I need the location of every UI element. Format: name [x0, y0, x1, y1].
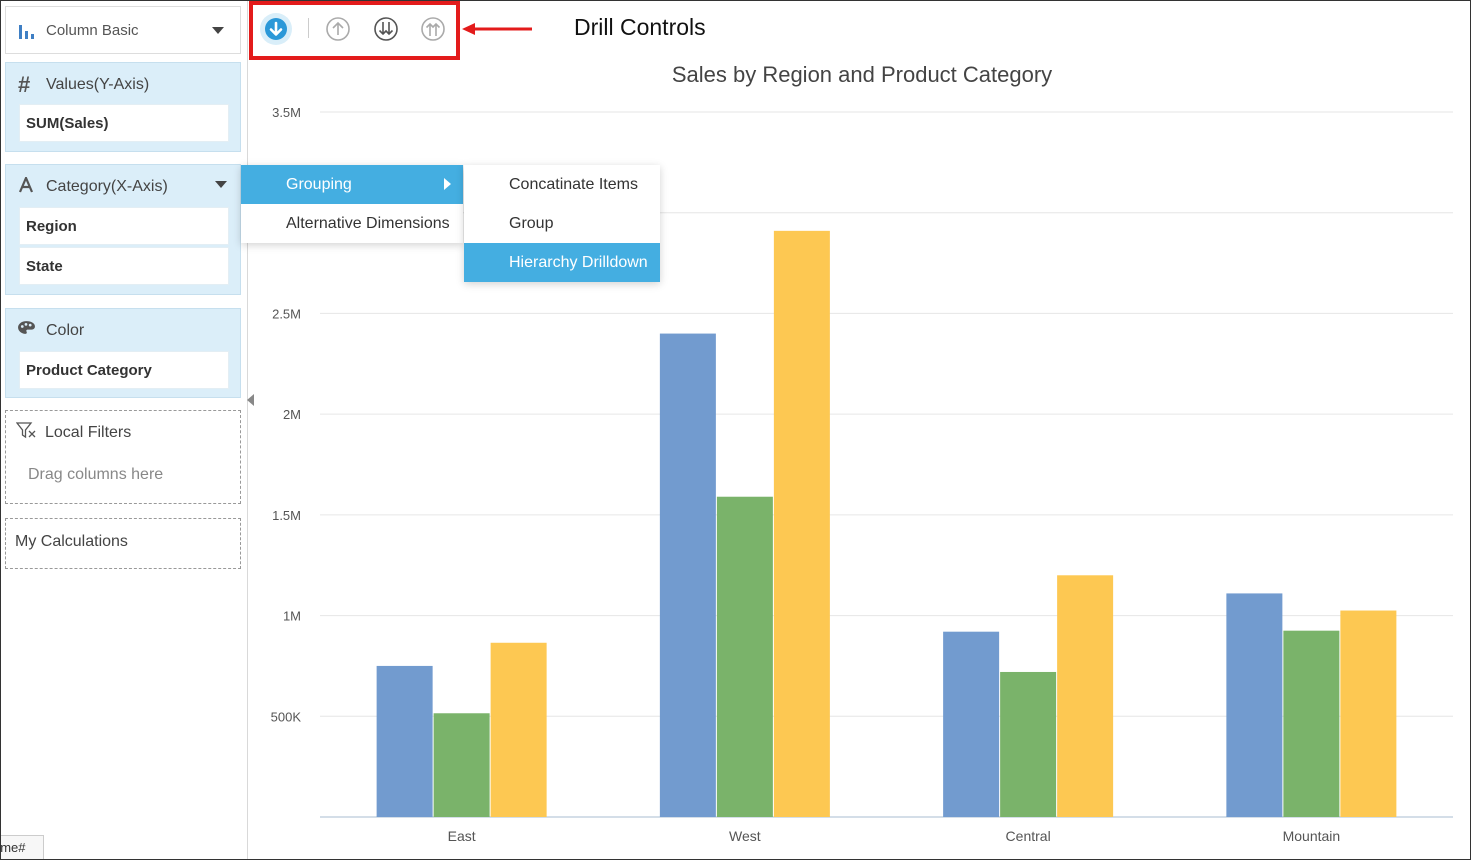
field-panel: Column Basic # Values(Y-Axis) SUM(Sales)…: [0, 0, 248, 860]
my-calculations-section[interactable]: My Calculations: [5, 518, 241, 569]
local-filters-title: Local Filters: [45, 424, 132, 441]
text-a-icon: [18, 177, 34, 193]
y-tick-label: 500K: [271, 709, 302, 724]
drill-controls: [249, 1, 460, 60]
bar-chart-icon: [19, 25, 34, 39]
drill-down-all-icon[interactable]: [370, 13, 402, 45]
bar-mountain-series-3[interactable]: [1340, 610, 1397, 817]
category-section-title: Category(X-Axis): [46, 178, 168, 195]
local-filters-placeholder: Drag columns here: [28, 466, 164, 483]
menu-item-grouping-label: Grouping: [286, 176, 352, 193]
category-field-pill-region[interactable]: Region: [19, 207, 229, 245]
drill-up-icon[interactable]: [322, 13, 354, 45]
local-filters-dropzone[interactable]: Local Filters Drag columns here: [5, 410, 241, 504]
y-tick-label: 1.5M: [272, 508, 301, 523]
x-tick-label: Central: [1006, 828, 1051, 844]
bar-mountain-series-2[interactable]: [1283, 630, 1340, 817]
submenu-item-hierarchy-drilldown[interactable]: Hierarchy Drilldown: [464, 243, 660, 282]
menu-item-alternative-dimensions-label: Alternative Dimensions: [286, 215, 450, 232]
context-menu: Grouping Alternative Dimensions: [241, 165, 463, 243]
status-url-tag: ome#: [0, 835, 44, 860]
x-tick-label: West: [729, 828, 761, 844]
menu-item-grouping[interactable]: Grouping: [241, 165, 463, 204]
color-field-pill[interactable]: Product Category: [19, 351, 229, 389]
chevron-down-icon[interactable]: [215, 181, 227, 188]
color-section-title: Color: [46, 322, 85, 339]
chevron-right-icon: [444, 178, 451, 190]
y-tick-label: 2M: [283, 407, 301, 422]
category-section: Category(X-Axis) Region State: [5, 164, 241, 295]
values-field-pill[interactable]: SUM(Sales): [19, 104, 229, 142]
drill-separator: [308, 18, 309, 38]
bar-mountain-series-1[interactable]: [1226, 593, 1283, 817]
drill-down-icon[interactable]: [260, 13, 292, 45]
submenu-item-concatinate-items[interactable]: Concatinate Items: [464, 165, 660, 204]
bar-east-series-3[interactable]: [490, 642, 547, 817]
values-section-title: Values(Y-Axis): [46, 76, 150, 93]
y-tick-label: 3.5M: [272, 105, 301, 120]
chart-type-label: Column Basic: [46, 22, 139, 39]
x-tick-label: Mountain: [1283, 828, 1341, 844]
grouping-submenu: Concatinate Items Group Hierarchy Drilld…: [464, 165, 660, 282]
x-tick-label: East: [448, 828, 476, 844]
bar-west-series-1[interactable]: [659, 333, 716, 817]
bar-west-series-3[interactable]: [773, 230, 830, 818]
my-calculations-title: My Calculations: [15, 533, 128, 550]
y-tick-label: 1M: [283, 609, 301, 624]
palette-icon: [18, 321, 35, 334]
color-section: Color Product Category: [5, 308, 241, 398]
bar-east-series-1[interactable]: [376, 665, 433, 817]
bar-east-series-2[interactable]: [433, 713, 490, 817]
bar-central-series-2[interactable]: [1000, 671, 1057, 817]
bar-west-series-2[interactable]: [716, 496, 773, 817]
hash-icon: #: [18, 72, 31, 97]
submenu-item-group[interactable]: Group: [464, 204, 660, 243]
category-field-pill-state[interactable]: State: [19, 247, 229, 285]
chart-type-selector[interactable]: Column Basic: [5, 6, 241, 54]
values-section: # Values(Y-Axis) SUM(Sales): [5, 62, 241, 152]
annotation-arrow-icon: [462, 23, 532, 35]
drill-up-all-icon[interactable]: [417, 13, 449, 45]
filter-icon: [16, 422, 36, 439]
chevron-down-icon[interactable]: [212, 27, 224, 34]
drill-controls-annotation: Drill Controls: [574, 14, 706, 40]
bar-central-series-1[interactable]: [943, 631, 1000, 817]
chart-title: Sales by Region and Product Category: [671, 62, 1053, 87]
y-tick-label: 2.5M: [272, 306, 301, 321]
menu-item-alternative-dimensions[interactable]: Alternative Dimensions: [241, 204, 463, 243]
bar-central-series-3[interactable]: [1057, 575, 1114, 817]
